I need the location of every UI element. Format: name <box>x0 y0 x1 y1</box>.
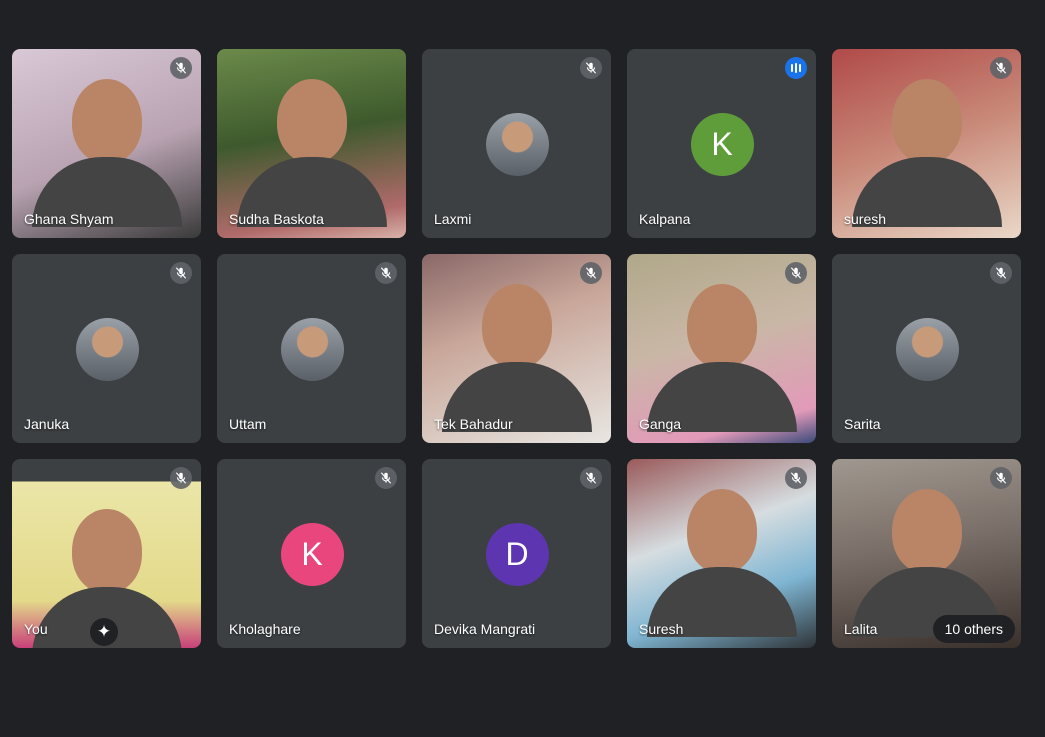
participant-avatar: K <box>280 522 344 586</box>
participant-name: Sudha Baskota <box>229 211 324 227</box>
participant-avatar: K <box>690 112 754 176</box>
participant-avatar <box>485 112 549 176</box>
speaking-indicator-icon <box>785 57 807 79</box>
participant-name: Ghana Shyam <box>24 211 114 227</box>
mic-off-icon <box>990 57 1012 79</box>
mic-off-icon <box>990 262 1012 284</box>
others-count-badge[interactable]: 10 others <box>932 615 1015 643</box>
participant-tile-kholaghare[interactable]: K Kholaghare <box>217 459 406 648</box>
participant-name: Januka <box>24 416 70 432</box>
mic-off-icon <box>580 57 602 79</box>
participant-name: Lalita <box>844 621 878 637</box>
participant-grid: Ghana Shyam Sudha Baskota Laxmi K Kalpana sur… <box>0 0 1045 737</box>
participant-name: Ganga <box>639 416 682 432</box>
participant-tile-januka[interactable]: Januka <box>12 254 201 443</box>
participant-name: Kalpana <box>639 211 691 227</box>
participant-name: Kholaghare <box>229 621 301 637</box>
participant-tile-suresh[interactable]: suresh <box>832 49 1021 238</box>
mic-off-icon <box>170 262 192 284</box>
participant-name: Tek Bahadur <box>434 416 513 432</box>
participant-tile-kalpana[interactable]: K Kalpana <box>627 49 816 238</box>
participant-tile-uttam[interactable]: Uttam <box>217 254 406 443</box>
video-feed <box>441 284 592 432</box>
participant-name: You <box>24 621 48 637</box>
mic-off-icon <box>375 262 397 284</box>
participant-name: Devika Mangrati <box>434 621 536 637</box>
participant-tile-ganga[interactable]: Ganga <box>627 254 816 443</box>
participant-avatar <box>895 317 959 381</box>
participant-name: Sarita <box>844 416 881 432</box>
mic-off-icon <box>170 57 192 79</box>
video-feed <box>646 489 797 637</box>
participant-name: suresh <box>844 211 887 227</box>
participant-tile-ghana-shyam[interactable]: Ghana Shyam <box>12 49 201 238</box>
visual-effects-sparkle-icon[interactable]: ✦ <box>90 618 118 646</box>
participant-tile-suresh[interactable]: Suresh <box>627 459 816 648</box>
participant-avatar <box>280 317 344 381</box>
participant-name: Laxmi <box>434 211 472 227</box>
participant-tile-tek-bahadur[interactable]: Tek Bahadur <box>422 254 611 443</box>
participant-avatar: D <box>485 522 549 586</box>
participant-tile-sudha-baskota[interactable]: Sudha Baskota <box>217 49 406 238</box>
video-feed <box>646 284 797 432</box>
mic-off-icon <box>375 467 397 489</box>
mic-off-icon <box>990 467 1012 489</box>
mic-off-icon <box>580 262 602 284</box>
participant-tile-devika-mangrati[interactable]: D Devika Mangrati <box>422 459 611 648</box>
mic-off-icon <box>785 467 807 489</box>
participant-avatar <box>75 317 139 381</box>
participant-tile-lalita[interactable]: Lalita 10 others <box>832 459 1021 648</box>
participant-tile-laxmi[interactable]: Laxmi <box>422 49 611 238</box>
video-feed <box>851 79 1002 227</box>
participant-tile-you[interactable]: You ✦ <box>12 459 201 648</box>
mic-off-icon <box>170 467 192 489</box>
mic-off-icon <box>580 467 602 489</box>
participant-tile-sarita[interactable]: Sarita <box>832 254 1021 443</box>
participant-name: Suresh <box>639 621 684 637</box>
video-feed <box>236 79 387 227</box>
mic-off-icon <box>785 262 807 284</box>
video-feed <box>31 79 182 227</box>
participant-name: Uttam <box>229 416 267 432</box>
